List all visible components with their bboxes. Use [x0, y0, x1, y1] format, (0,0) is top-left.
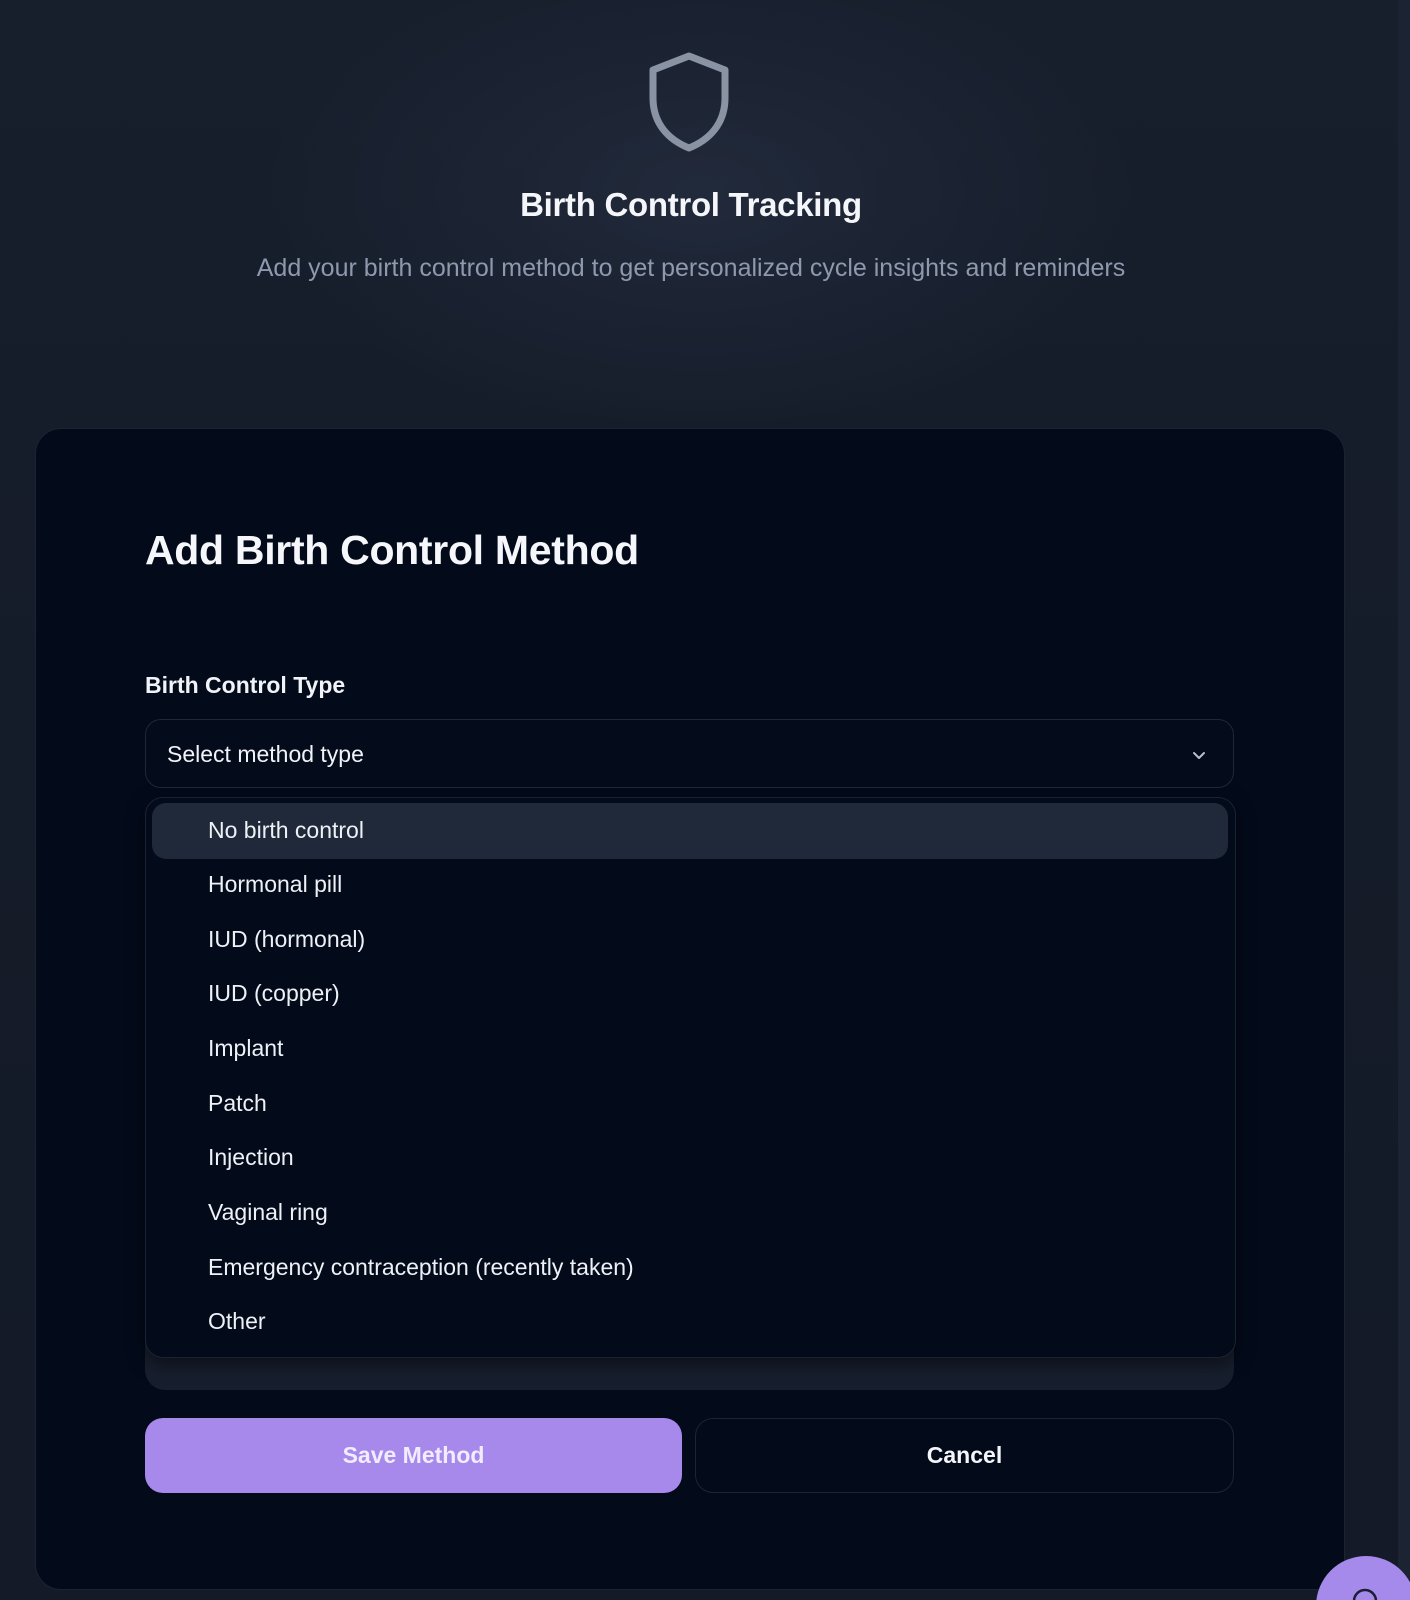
option-label: Emergency contraception (recently taken)	[208, 1254, 634, 1280]
option-emergency-contraception[interactable]: Emergency contraception (recently taken)	[152, 1240, 1228, 1296]
option-vaginal-ring[interactable]: Vaginal ring	[152, 1185, 1228, 1241]
method-type-select[interactable]: Select method type	[145, 719, 1234, 788]
option-label: No birth control	[208, 817, 364, 843]
shield-icon	[649, 52, 729, 152]
option-label: Other	[208, 1308, 266, 1334]
page-title: Birth Control Tracking	[520, 186, 862, 223]
option-implant[interactable]: Implant	[152, 1021, 1228, 1077]
help-icon	[1352, 1588, 1378, 1600]
save-method-button[interactable]: Save Method	[145, 1418, 682, 1493]
option-label: Injection	[208, 1144, 294, 1170]
chevron-down-icon	[1193, 752, 1205, 759]
option-no-birth-control[interactable]: No birth control	[152, 803, 1228, 859]
option-label: Patch	[208, 1090, 267, 1116]
option-injection[interactable]: Injection	[152, 1130, 1228, 1186]
scrollbar-track[interactable]	[1398, 0, 1410, 1600]
page-subtitle: Add your birth control method to get per…	[256, 254, 1126, 282]
option-label: Hormonal pill	[208, 871, 343, 897]
method-type-dropdown: No birth control Hormonal pill IUD (horm…	[145, 797, 1236, 1358]
option-iud-hormonal[interactable]: IUD (hormonal)	[152, 912, 1228, 968]
option-label: IUD (hormonal)	[208, 926, 366, 952]
option-patch[interactable]: Patch	[152, 1076, 1228, 1132]
birth-control-type-label: Birth Control Type	[145, 672, 346, 698]
option-label: Implant	[208, 1035, 284, 1061]
select-placeholder: Select method type	[167, 741, 364, 767]
cancel-button[interactable]: Cancel	[695, 1418, 1234, 1493]
option-iud-copper[interactable]: IUD (copper)	[152, 966, 1228, 1022]
option-hormonal-pill[interactable]: Hormonal pill	[152, 857, 1228, 913]
card-title: Add Birth Control Method	[145, 527, 639, 573]
option-other[interactable]: Other	[152, 1294, 1228, 1350]
option-label: IUD (copper)	[208, 980, 340, 1006]
option-label: Vaginal ring	[208, 1199, 328, 1225]
